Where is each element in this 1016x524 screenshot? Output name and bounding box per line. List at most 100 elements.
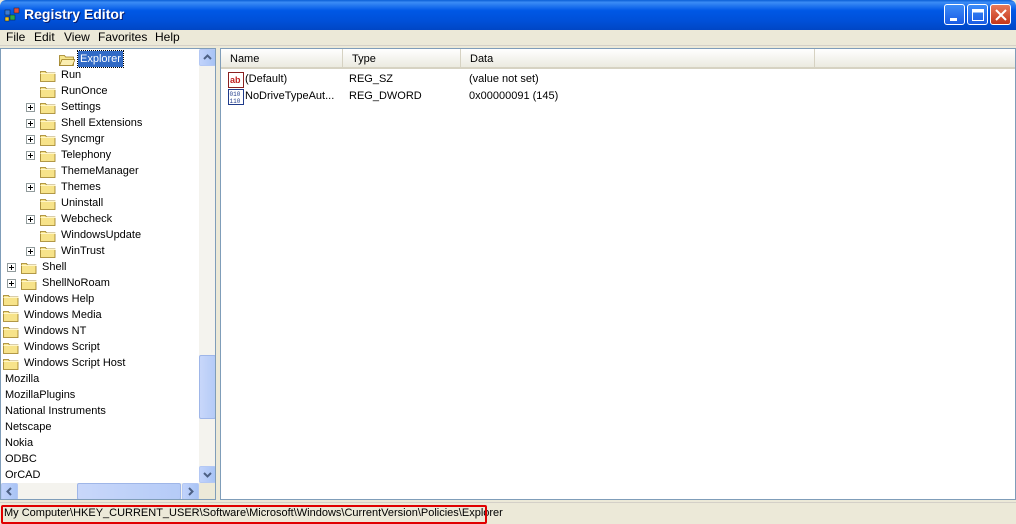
tree-node-label: National Instruments xyxy=(5,405,106,417)
tree-node-label: Mozilla xyxy=(5,373,40,385)
window-title: Registry Editor xyxy=(24,6,125,22)
tree-node[interactable]: OrCAD xyxy=(1,467,199,483)
tree-node[interactable]: MozillaPlugins xyxy=(1,387,199,403)
expand-plus-icon[interactable] xyxy=(26,151,35,160)
column-header-filler xyxy=(815,49,1015,69)
svg-text:110: 110 xyxy=(230,98,241,105)
chevron-down-icon xyxy=(203,472,212,478)
folder-icon xyxy=(40,69,56,82)
tree-node[interactable]: Explorer xyxy=(1,50,199,68)
tree-node-label: Nokia xyxy=(5,437,34,449)
tree-node[interactable]: Netscape xyxy=(1,419,199,435)
menu-file[interactable]: File xyxy=(6,30,25,46)
expand-plus-icon[interactable] xyxy=(26,135,35,144)
tree-node[interactable]: Uninstall xyxy=(1,195,199,211)
tree-node[interactable]: WinTrust xyxy=(1,243,199,259)
tree-node[interactable]: Run xyxy=(1,67,199,83)
tree-node[interactable]: ODBC xyxy=(1,451,199,467)
minimize-icon xyxy=(950,18,957,21)
binary-value-icon: 010 110 xyxy=(228,89,244,105)
column-header-data[interactable]: Data xyxy=(461,49,815,69)
tree-node[interactable]: Themes xyxy=(1,179,199,195)
value-data: (value not set) xyxy=(469,73,539,85)
minimize-button[interactable] xyxy=(944,4,965,25)
tree-node-label: Themes xyxy=(61,181,101,193)
tree-node[interactable]: Syncmgr xyxy=(1,131,199,147)
expand-plus-icon[interactable] xyxy=(26,247,35,256)
folder-icon xyxy=(40,117,56,130)
close-button[interactable] xyxy=(990,4,1011,25)
expand-plus-icon[interactable] xyxy=(26,183,35,192)
path-highlight-box xyxy=(1,505,487,524)
folder-icon xyxy=(3,357,19,370)
tree-node-label: Run xyxy=(61,69,82,81)
scroll-left-button[interactable] xyxy=(1,483,18,499)
scroll-down-button[interactable] xyxy=(199,466,215,483)
tree-node[interactable]: WindowsUpdate xyxy=(1,227,199,243)
folder-icon xyxy=(40,165,56,178)
tree-node[interactable]: RunOnce xyxy=(1,83,199,99)
folder-icon xyxy=(40,229,56,242)
tree-node-label: MozillaPlugins xyxy=(5,389,76,401)
expand-plus-icon[interactable] xyxy=(7,263,16,272)
expand-plus-icon[interactable] xyxy=(26,103,35,112)
chevron-left-icon xyxy=(6,487,12,496)
menu-view[interactable]: View xyxy=(64,30,90,46)
values-list-pane[interactable]: Name Type Data ab (Default) REG_SZ (valu… xyxy=(220,48,1016,500)
column-header-type[interactable]: Type xyxy=(343,49,461,69)
chevron-right-icon xyxy=(188,487,194,496)
tree-node-label: ODBC xyxy=(5,453,37,465)
tree-node-label: Webcheck xyxy=(61,213,113,225)
value-type: REG_SZ xyxy=(349,73,394,85)
close-icon xyxy=(995,9,1007,21)
tree-vertical-scrollbar[interactable] xyxy=(199,49,215,483)
value-name: (Default) xyxy=(245,73,288,85)
menu-bar: File Edit View Favorites Help xyxy=(0,30,1016,46)
tree-node[interactable]: Windows Script xyxy=(1,339,199,355)
folder-icon xyxy=(40,101,56,114)
tree-node[interactable]: Telephony xyxy=(1,147,199,163)
scroll-right-button[interactable] xyxy=(182,483,199,499)
tree-node[interactable]: Settings xyxy=(1,99,199,115)
expand-plus-icon[interactable] xyxy=(26,119,35,128)
tree-node[interactable]: Windows Media xyxy=(1,307,199,323)
tree-node[interactable]: Shell Extensions xyxy=(1,115,199,131)
value-type: REG_DWORD xyxy=(349,90,422,102)
tree-node[interactable]: Mozilla xyxy=(1,371,199,387)
tree-node[interactable]: National Instruments xyxy=(1,403,199,419)
column-header-name[interactable]: Name xyxy=(221,49,343,69)
tree-node-label: Uninstall xyxy=(61,197,104,209)
svg-text:ab: ab xyxy=(230,75,241,85)
tree-node[interactable]: Webcheck xyxy=(1,211,199,227)
registry-editor-window: Registry Editor File Edit View Favorites… xyxy=(0,0,1016,524)
registry-editor-icon xyxy=(4,7,20,22)
scroll-thumb[interactable] xyxy=(199,355,215,419)
menu-edit[interactable]: Edit xyxy=(34,30,55,46)
tree-node[interactable]: ThemeManager xyxy=(1,163,199,179)
tree-node[interactable]: Windows Help xyxy=(1,291,199,307)
folder-icon xyxy=(40,149,56,162)
tree-node[interactable]: Nokia xyxy=(1,435,199,451)
folder-icon xyxy=(21,261,37,274)
horizontal-scroll-thumb[interactable] xyxy=(77,483,181,499)
folder-icon xyxy=(40,197,56,210)
tree-node-label: ThemeManager xyxy=(61,165,139,177)
tree-node-label: Telephony xyxy=(61,149,112,161)
expand-plus-icon[interactable] xyxy=(26,215,35,224)
tree-node[interactable]: Shell xyxy=(1,259,199,275)
value-row[interactable]: ab (Default) REG_SZ (value not set) xyxy=(221,71,1011,88)
tree-node-label: Windows NT xyxy=(24,325,87,337)
value-data: 0x00000091 (145) xyxy=(469,90,559,102)
tree-node[interactable]: Windows NT xyxy=(1,323,199,339)
menu-help[interactable]: Help xyxy=(155,30,180,46)
value-row[interactable]: 010 110 NoDriveTypeAut... REG_DWORD 0x00… xyxy=(221,88,1011,105)
tree-node[interactable]: Windows Script Host xyxy=(1,355,199,371)
maximize-button[interactable] xyxy=(967,4,988,25)
expand-plus-icon[interactable] xyxy=(7,279,16,288)
title-bar[interactable]: Registry Editor xyxy=(0,0,1016,30)
menu-favorites[interactable]: Favorites xyxy=(98,30,147,46)
tree-node[interactable]: ShellNoRoam xyxy=(1,275,199,291)
key-tree-pane[interactable]: Explorer Run RunOnce Settings Shell Extensio… xyxy=(0,48,216,500)
tree-horizontal-scrollbar[interactable] xyxy=(1,483,199,499)
scroll-up-button[interactable] xyxy=(199,49,215,66)
